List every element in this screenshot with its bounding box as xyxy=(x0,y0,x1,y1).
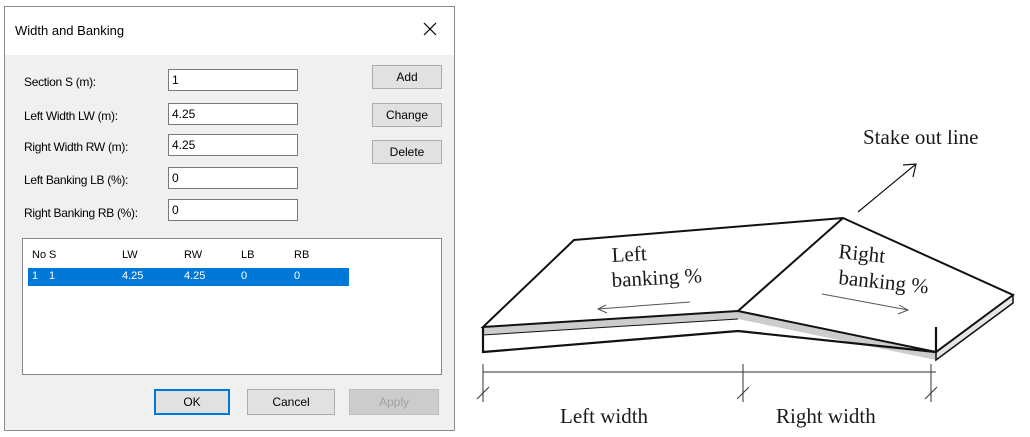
delete-button[interactable]: Delete xyxy=(372,140,442,164)
stake-out-label: Stake out line xyxy=(863,130,978,149)
left-banking-label-line1: Left xyxy=(611,241,647,267)
table-row[interactable]: 1 1 4.25 4.25 0 0 xyxy=(28,268,349,286)
column-header-no[interactable]: No xyxy=(32,249,46,261)
ok-button[interactable]: OK xyxy=(154,389,230,415)
column-header-s[interactable]: S xyxy=(49,249,56,261)
right-width-label: Right Width RW (m): xyxy=(24,140,129,154)
section-label: Section S (m): xyxy=(24,75,96,89)
right-banking-label-line1: Right xyxy=(837,239,886,268)
cell-lb: 0 xyxy=(241,270,248,282)
left-banking-label-line2: banking % xyxy=(611,263,703,292)
apply-button[interactable]: Apply xyxy=(349,389,439,415)
add-button[interactable]: Add xyxy=(372,65,442,89)
cell-lw: 4.25 xyxy=(122,270,144,282)
left-width-label: Left Width LW (m): xyxy=(24,109,118,123)
road-cross-section-diagram: Stake out line Left banking % Right bank… xyxy=(476,130,1015,428)
left-width-input[interactable] xyxy=(168,103,298,125)
column-header-lb[interactable]: LB xyxy=(241,249,254,261)
cell-s: 1 xyxy=(49,270,56,282)
column-header-lw[interactable]: LW xyxy=(122,249,138,261)
width-and-banking-dialog: Width and Banking Section S (m): Left Wi… xyxy=(4,6,455,431)
close-icon[interactable] xyxy=(418,17,442,41)
cell-rw: 4.25 xyxy=(184,270,206,282)
stake-arrow-line xyxy=(857,163,917,213)
right-banking-label: Right Banking RB (%): xyxy=(24,206,138,220)
right-banking-input[interactable] xyxy=(168,199,298,221)
cell-no: 1 xyxy=(32,270,39,282)
cancel-button[interactable]: Cancel xyxy=(247,389,335,415)
left-banking-label: Left Banking LB (%): xyxy=(24,173,129,187)
sections-list[interactable]: No S LW RW LB RB 1 1 4.25 4.25 0 0 xyxy=(22,238,442,375)
right-width-label: Right width xyxy=(776,404,876,428)
cell-rb: 0 xyxy=(294,270,301,282)
right-width-input[interactable] xyxy=(168,134,298,156)
change-button[interactable]: Change xyxy=(372,103,442,127)
column-header-rb[interactable]: RB xyxy=(294,249,309,261)
dialog-titlebar: Width and Banking xyxy=(5,7,454,55)
section-input[interactable] xyxy=(168,69,298,91)
dialog-title: Width and Banking xyxy=(15,23,125,38)
left-width-label: Left width xyxy=(560,404,649,428)
left-banking-input[interactable] xyxy=(168,167,298,189)
column-header-rw[interactable]: RW xyxy=(184,249,202,261)
